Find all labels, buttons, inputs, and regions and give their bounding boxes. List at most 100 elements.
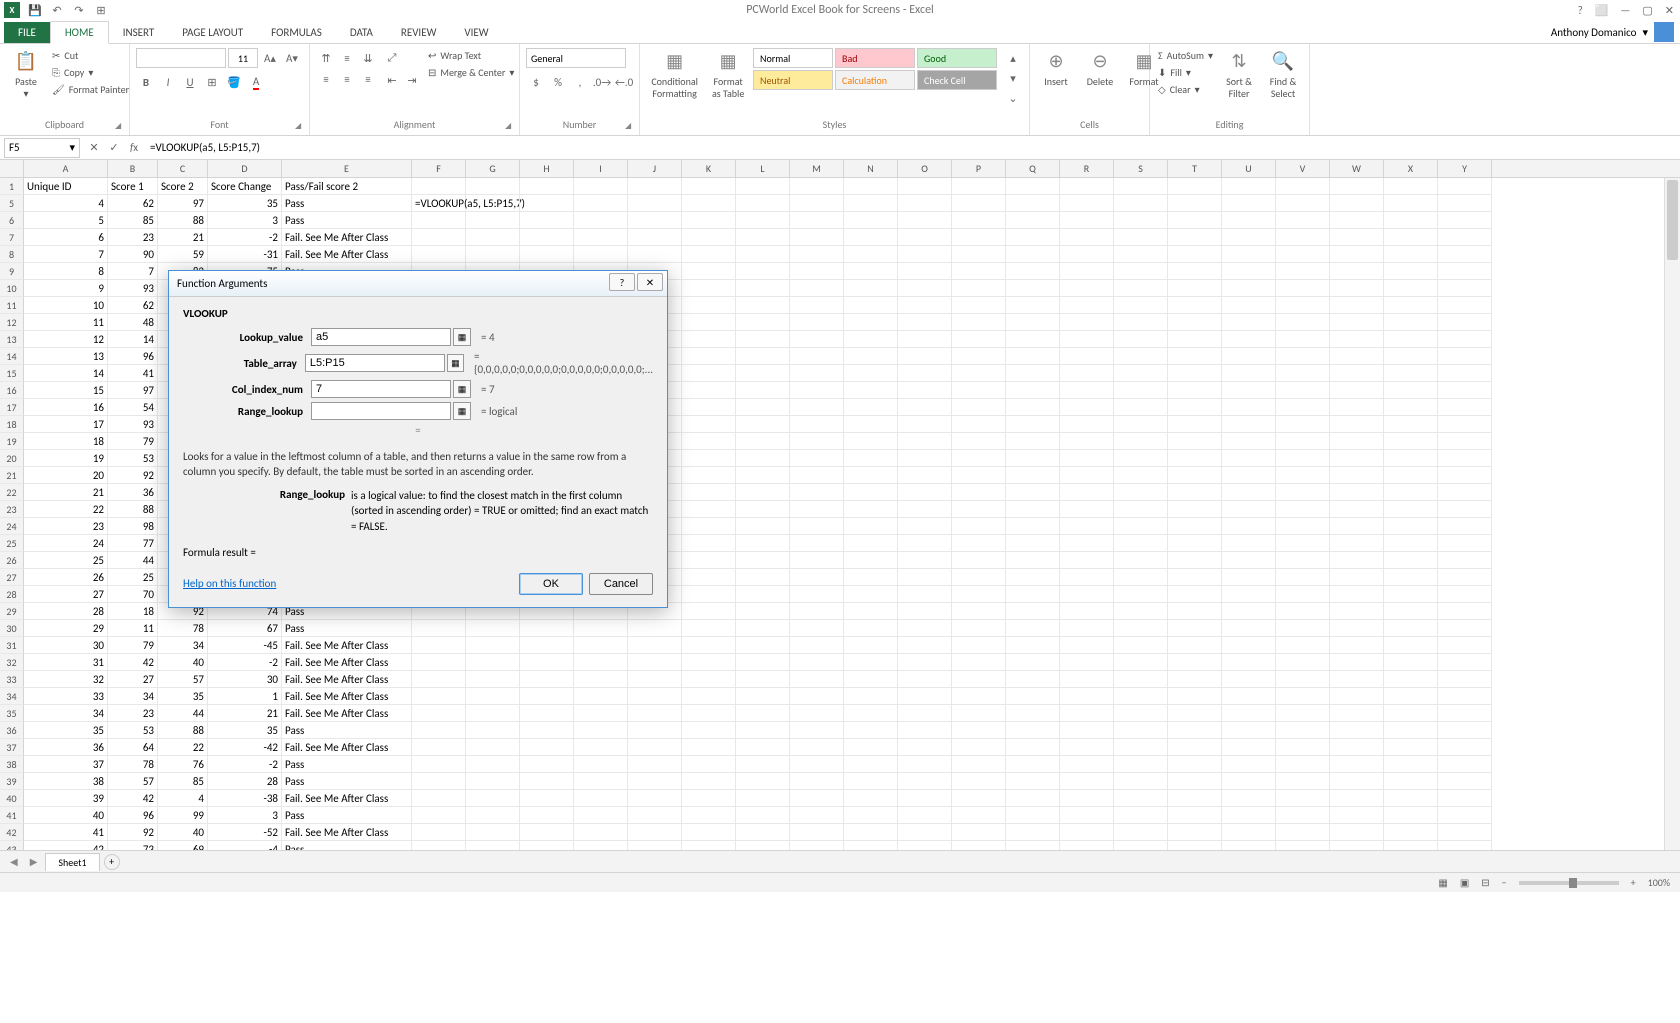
cell[interactable] (1330, 790, 1384, 807)
cell[interactable] (574, 671, 628, 688)
cell[interactable]: Score 1 (108, 178, 158, 195)
align-bottom-icon[interactable]: ⇊ (358, 48, 378, 68)
cell[interactable] (1384, 382, 1438, 399)
row-header[interactable]: 10 (0, 280, 24, 297)
cell[interactable]: 64 (108, 739, 158, 756)
cell[interactable] (1168, 416, 1222, 433)
cell[interactable] (682, 348, 736, 365)
cell[interactable] (1060, 297, 1114, 314)
row-header[interactable]: 25 (0, 535, 24, 552)
cell[interactable]: 39 (24, 790, 108, 807)
cell[interactable] (1168, 824, 1222, 841)
cell[interactable] (1438, 246, 1492, 263)
style-good[interactable]: Good (917, 48, 997, 68)
redo-icon[interactable]: ↷ (72, 3, 86, 17)
cell[interactable] (1276, 603, 1330, 620)
cell[interactable] (1114, 416, 1168, 433)
cell[interactable]: 20 (24, 467, 108, 484)
cell[interactable] (952, 416, 1006, 433)
cell[interactable] (574, 178, 628, 195)
cell[interactable]: 3 (208, 212, 282, 229)
cell[interactable] (1060, 807, 1114, 824)
cell[interactable]: 42 (108, 654, 158, 671)
row-header[interactable]: 43 (0, 841, 24, 850)
style-scroll-up-icon[interactable]: ▴ (1003, 48, 1023, 68)
row-header[interactable]: 35 (0, 705, 24, 722)
cell[interactable]: Pass (282, 620, 412, 637)
cell[interactable] (1006, 178, 1060, 195)
cell[interactable] (520, 212, 574, 229)
cell[interactable]: 36 (108, 484, 158, 501)
cell[interactable] (682, 722, 736, 739)
cell[interactable] (1222, 348, 1276, 365)
cell[interactable] (844, 807, 898, 824)
cell[interactable] (1006, 399, 1060, 416)
cell[interactable] (682, 382, 736, 399)
view-page-break-icon[interactable]: ⊟ (1481, 876, 1489, 889)
cell[interactable]: 53 (108, 450, 158, 467)
cell[interactable] (844, 501, 898, 518)
cell[interactable] (790, 603, 844, 620)
cell[interactable] (1114, 501, 1168, 518)
cell[interactable] (1006, 756, 1060, 773)
tab-file[interactable]: FILE (4, 22, 50, 43)
cell[interactable] (520, 790, 574, 807)
cell[interactable] (682, 246, 736, 263)
cell[interactable] (1438, 739, 1492, 756)
row-header[interactable]: 41 (0, 807, 24, 824)
save-icon[interactable]: 💾 (28, 3, 42, 17)
cell[interactable] (1060, 569, 1114, 586)
cell[interactable] (844, 790, 898, 807)
cell[interactable] (1438, 518, 1492, 535)
cell[interactable]: Fail. See Me After Class (282, 246, 412, 263)
wrap-text-button[interactable]: ↩Wrap Text (426, 48, 516, 63)
cell[interactable]: 32 (24, 671, 108, 688)
cell[interactable] (898, 314, 952, 331)
cell[interactable] (1222, 790, 1276, 807)
cell[interactable] (1438, 722, 1492, 739)
cell[interactable] (1006, 263, 1060, 280)
cell[interactable] (412, 722, 466, 739)
cell[interactable] (628, 705, 682, 722)
column-header[interactable]: W (1330, 160, 1384, 177)
cell[interactable] (1168, 586, 1222, 603)
cell[interactable] (628, 195, 682, 212)
row-header[interactable]: 22 (0, 484, 24, 501)
cell[interactable] (1060, 824, 1114, 841)
cell[interactable]: 9 (24, 280, 108, 297)
cell[interactable] (790, 484, 844, 501)
cell[interactable] (790, 671, 844, 688)
cell[interactable]: 23 (108, 705, 158, 722)
fx-icon[interactable]: fx (124, 138, 144, 158)
cell[interactable] (844, 705, 898, 722)
cell[interactable] (520, 620, 574, 637)
cell[interactable] (898, 399, 952, 416)
cell[interactable] (682, 450, 736, 467)
cell[interactable]: 22 (158, 739, 208, 756)
cell[interactable] (1114, 212, 1168, 229)
cell[interactable]: 28 (24, 603, 108, 620)
cell[interactable] (952, 807, 1006, 824)
cell[interactable] (1330, 637, 1384, 654)
cell[interactable] (898, 722, 952, 739)
cell[interactable]: =VLOOKUP(a5, L5:P15,7) (412, 195, 466, 212)
cell[interactable] (952, 688, 1006, 705)
cell[interactable] (1438, 620, 1492, 637)
cell[interactable] (1438, 382, 1492, 399)
cell[interactable] (628, 671, 682, 688)
cell[interactable] (1168, 399, 1222, 416)
cell[interactable] (1438, 229, 1492, 246)
cell[interactable]: -2 (208, 229, 282, 246)
decrease-indent-icon[interactable]: ⇤ (382, 70, 402, 90)
cell[interactable] (1384, 637, 1438, 654)
cell[interactable]: 12 (24, 331, 108, 348)
cell[interactable] (1006, 722, 1060, 739)
cell[interactable] (1060, 688, 1114, 705)
cell[interactable] (1006, 807, 1060, 824)
cell[interactable] (574, 773, 628, 790)
cell[interactable] (520, 773, 574, 790)
cell[interactable] (1222, 246, 1276, 263)
column-header[interactable]: D (208, 160, 282, 177)
cell[interactable] (844, 688, 898, 705)
cell[interactable] (1114, 178, 1168, 195)
